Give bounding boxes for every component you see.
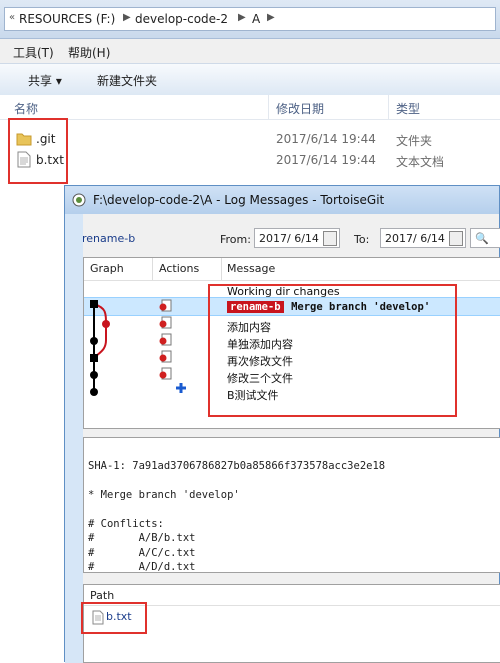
- column-divider[interactable]: [221, 258, 222, 280]
- conflict-file: # A/D/d.txt: [88, 561, 196, 573]
- commit-detail: SHA-1: 7a91ad3706786827b0a85866f373578ac…: [83, 437, 500, 573]
- column-graph[interactable]: Graph: [90, 262, 124, 275]
- breadcrumb-subfolder[interactable]: A: [252, 12, 260, 26]
- modified-file-icon: [159, 299, 172, 312]
- commit-node: [90, 371, 98, 379]
- from-date-picker[interactable]: 2017/ 6/14: [254, 228, 340, 248]
- chevron-right-icon[interactable]: ▶: [267, 12, 275, 23]
- menu-tools[interactable]: 工具(T): [13, 44, 54, 61]
- file-type: 文本文档: [396, 155, 445, 169]
- search-filter-input[interactable]: 🔍: [470, 228, 500, 248]
- modified-file-icon: [159, 333, 172, 346]
- file-date: 2017/6/14 19:44: [276, 153, 376, 167]
- address-bar: « RESOURCES (F:) ▶ develop-code-2 ▶ A ▶: [0, 0, 500, 39]
- menu-help[interactable]: 帮助(H): [68, 44, 110, 61]
- chevron-right-icon[interactable]: ▶: [238, 12, 246, 23]
- column-message[interactable]: Message: [227, 262, 275, 275]
- conflict-file: # A/B/b.txt: [88, 532, 196, 544]
- new-folder-button[interactable]: 新建文件夹: [97, 72, 157, 89]
- column-divider[interactable]: [152, 258, 153, 280]
- chevron-icon: «: [9, 12, 16, 23]
- share-button[interactable]: 共享 ▾: [28, 72, 62, 89]
- file-row[interactable]: .git 2017/6/14 19:44 文件夹: [0, 129, 500, 149]
- from-label: From:: [220, 233, 251, 246]
- commit-graph: [90, 300, 110, 396]
- window-titlebar[interactable]: F:\develop-code-2\A - Log Messages - Tor…: [65, 186, 499, 214]
- commit-sha: SHA-1: 7a91ad3706786827b0a85866f373578ac…: [88, 459, 386, 472]
- file-column-header: 名称 修改日期 类型: [0, 95, 500, 120]
- column-actions[interactable]: Actions: [159, 262, 199, 275]
- conflict-file: # A/C/c.txt: [88, 546, 196, 559]
- modified-file-icon: [159, 367, 172, 380]
- log-header: Graph Actions Message: [84, 258, 500, 281]
- breadcrumb-folder[interactable]: develop-code-2: [135, 12, 228, 26]
- window-frame-left: [65, 214, 83, 663]
- column-type[interactable]: 类型: [396, 100, 420, 117]
- tortoisegit-log-window: F:\develop-code-2\A - Log Messages - Tor…: [64, 185, 500, 663]
- calendar-icon[interactable]: [449, 231, 463, 246]
- column-date[interactable]: 修改日期: [276, 100, 324, 117]
- commit-message-text[interactable]: SHA-1: 7a91ad3706786827b0a85866f373578ac…: [88, 444, 385, 575]
- to-date-picker[interactable]: 2017/ 6/14: [380, 228, 466, 248]
- to-label: To:: [354, 233, 370, 246]
- conflicts-label: # Conflicts:: [88, 517, 164, 530]
- branch-link[interactable]: rename-b: [82, 232, 135, 245]
- add-file-icon: [176, 383, 186, 393]
- address-box[interactable]: « RESOURCES (F:) ▶ develop-code-2 ▶ A ▶: [4, 7, 496, 31]
- commit-subject: * Merge branch 'develop': [88, 488, 240, 501]
- modified-file-icon: [159, 350, 172, 363]
- highlight-box: [208, 284, 457, 417]
- file-row[interactable]: b.txt 2017/6/14 19:44 文本文档: [0, 150, 500, 170]
- highlight-box: [8, 118, 68, 184]
- column-divider[interactable]: [388, 95, 389, 119]
- search-icon[interactable]: 🔍: [475, 232, 489, 245]
- merge-commit-node: [90, 300, 98, 308]
- calendar-icon[interactable]: [323, 231, 337, 246]
- menu-bar: 工具(T) 帮助(H): [0, 39, 500, 63]
- commit-node: [102, 320, 110, 328]
- file-type: 文件夹: [396, 134, 433, 148]
- commit-node: [90, 388, 98, 396]
- commit-node: [90, 337, 98, 345]
- modified-file-icon: [159, 316, 172, 329]
- file-date: 2017/6/14 19:44: [276, 132, 376, 146]
- to-date-value: 2017/ 6/14: [385, 232, 445, 245]
- command-bar: 共享 ▾ 新建文件夹: [0, 63, 500, 96]
- chevron-right-icon[interactable]: ▶: [123, 12, 131, 23]
- column-path[interactable]: Path: [90, 589, 114, 602]
- merge-commit-node: [90, 354, 98, 362]
- column-name[interactable]: 名称: [14, 100, 38, 117]
- window-title: F:\develop-code-2\A - Log Messages - Tor…: [93, 193, 385, 207]
- tortoisegit-icon: [72, 193, 86, 207]
- highlight-box: [81, 602, 147, 634]
- column-divider[interactable]: [268, 95, 269, 119]
- breadcrumb-drive[interactable]: RESOURCES (F:): [19, 12, 115, 26]
- from-date-value: 2017/ 6/14: [259, 232, 319, 245]
